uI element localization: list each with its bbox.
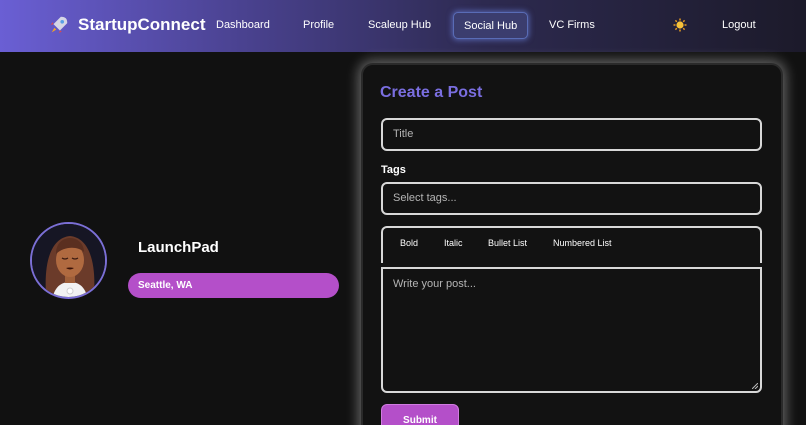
top-navbar: StartupConnect Dashboard Profile Scaleup…: [0, 0, 806, 52]
post-body-editor[interactable]: Write your post...: [381, 267, 762, 393]
tags-label: Tags: [381, 164, 406, 176]
nav-link-vc-firms[interactable]: VC Firms: [539, 12, 605, 39]
rocket-icon: [50, 16, 68, 34]
resize-grip-icon[interactable]: [752, 383, 758, 389]
nav-link-profile[interactable]: Profile: [293, 12, 344, 39]
italic-button[interactable]: Italic: [444, 238, 463, 248]
bold-button[interactable]: Bold: [400, 238, 418, 248]
sun-icon[interactable]: [673, 18, 687, 32]
avatar-illustration: [32, 224, 105, 297]
post-body-placeholder: Write your post...: [393, 278, 476, 290]
bullet-list-button[interactable]: Bullet List: [488, 238, 527, 248]
tags-select[interactable]: Select tags...: [381, 182, 762, 215]
nav-link-social-hub[interactable]: Social Hub: [453, 12, 529, 39]
numbered-list-button[interactable]: Numbered List: [553, 238, 612, 248]
location-badge: Seattle, WA: [128, 273, 339, 298]
submit-button[interactable]: Submit: [381, 404, 459, 425]
avatar: [30, 222, 107, 299]
post-title-input[interactable]: Title: [381, 118, 762, 151]
brand-name: StartupConnect: [78, 15, 206, 34]
create-post-title: Create a Post: [380, 84, 483, 101]
brand-logo[interactable]: StartupConnect: [48, 14, 206, 36]
nav-link-scaleup-hub[interactable]: Scaleup Hub: [358, 12, 441, 39]
logout-button[interactable]: Logout: [712, 12, 766, 39]
profile-name: LaunchPad: [138, 239, 219, 256]
nav-link-dashboard[interactable]: Dashboard: [206, 12, 280, 39]
